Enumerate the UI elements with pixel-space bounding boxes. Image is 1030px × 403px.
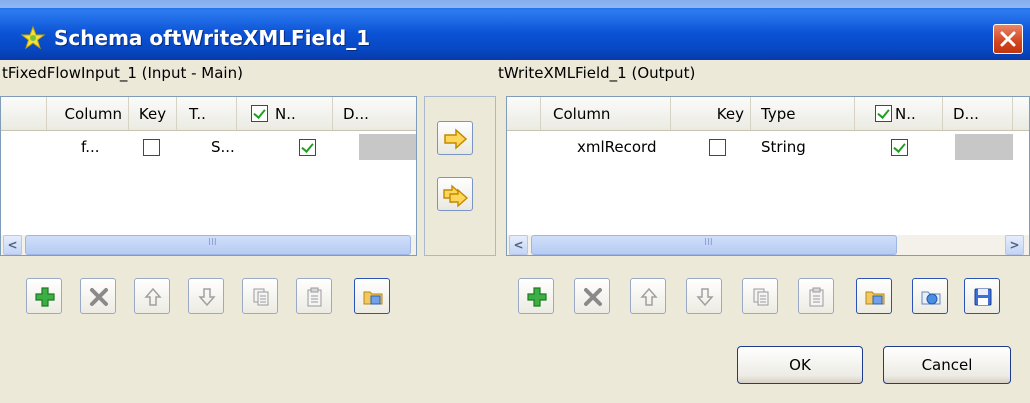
input-header-nullable-label: N.. bbox=[275, 105, 296, 123]
output-header-default[interactable]: D... bbox=[943, 97, 1013, 130]
output-move-down-button[interactable] bbox=[686, 278, 722, 314]
import-folder-icon bbox=[363, 291, 383, 305]
arrow-down-icon bbox=[696, 288, 714, 307]
scroll-left-icon[interactable]: < bbox=[509, 235, 528, 255]
input-delete-button[interactable] bbox=[80, 278, 116, 314]
transfer-panel bbox=[424, 96, 496, 256]
output-row-default-cell[interactable] bbox=[955, 134, 1013, 160]
output-header-nullable-label: N.. bbox=[895, 105, 916, 123]
table-row[interactable]: f... S... bbox=[1, 134, 416, 162]
scroll-grip-icon: III bbox=[208, 237, 217, 248]
scroll-grip-icon: III bbox=[704, 237, 713, 248]
input-table-label: tFixedFlowInput_1 (Input - Main) bbox=[2, 64, 243, 82]
input-header-key[interactable]: Key bbox=[129, 97, 177, 130]
arrow-up-icon bbox=[144, 287, 162, 306]
input-row-key-checkbox[interactable] bbox=[143, 139, 160, 156]
output-row-nullable-checkbox[interactable] bbox=[891, 139, 908, 156]
title-bar-top-strip bbox=[0, 0, 1030, 8]
input-row-column[interactable]: f... bbox=[81, 134, 129, 162]
output-header-key[interactable]: Key bbox=[671, 97, 751, 130]
output-row-type[interactable]: String bbox=[761, 134, 841, 162]
close-icon bbox=[1000, 31, 1016, 47]
output-delete-button[interactable] bbox=[574, 278, 610, 314]
input-header-column[interactable]: Column bbox=[47, 97, 129, 130]
schema-star-icon bbox=[20, 25, 46, 51]
output-header-column[interactable]: Column bbox=[541, 97, 671, 130]
output-scroll-thumb[interactable]: III bbox=[531, 235, 897, 255]
add-plus-icon bbox=[527, 287, 547, 307]
output-header-type[interactable]: Type bbox=[751, 97, 855, 130]
input-row-type[interactable]: S... bbox=[211, 134, 241, 162]
output-nullable-all-checkbox[interactable] bbox=[875, 105, 892, 122]
output-paste-button[interactable] bbox=[798, 278, 834, 314]
input-move-down-button[interactable] bbox=[188, 278, 224, 314]
copy-selected-button[interactable] bbox=[437, 121, 473, 155]
input-add-button[interactable] bbox=[26, 278, 62, 314]
output-header-nullable[interactable]: N.. bbox=[855, 97, 943, 130]
input-row-nullable-checkbox[interactable] bbox=[299, 139, 316, 156]
title-bar[interactable]: Schema oftWriteXMLField_1 bbox=[0, 0, 1030, 60]
output-save-button[interactable] bbox=[964, 278, 1000, 314]
input-header-nullable[interactable]: N.. bbox=[237, 97, 333, 130]
delete-x-icon bbox=[90, 288, 108, 306]
ok-button[interactable]: OK bbox=[737, 346, 863, 384]
copy-icon bbox=[753, 288, 769, 306]
window-title: Schema oftWriteXMLField_1 bbox=[54, 26, 371, 50]
output-row-key-checkbox[interactable] bbox=[709, 139, 726, 156]
input-move-up-button[interactable] bbox=[134, 278, 170, 314]
arrow-up-icon bbox=[640, 287, 658, 306]
output-table-label: tWriteXMLField_1 (Output) bbox=[498, 64, 696, 82]
output-row-column[interactable]: xmlRecord bbox=[577, 134, 673, 162]
close-button[interactable] bbox=[993, 24, 1023, 54]
copy-icon bbox=[253, 288, 269, 306]
output-horizontal-scrollbar[interactable]: < III > bbox=[507, 235, 1029, 255]
arrow-down-icon bbox=[198, 288, 216, 307]
arrow-right-icon bbox=[444, 128, 468, 150]
input-horizontal-scrollbar[interactable]: < III bbox=[1, 235, 416, 255]
output-move-up-button[interactable] bbox=[630, 278, 666, 314]
export-icon bbox=[921, 291, 941, 305]
output-add-button[interactable] bbox=[518, 278, 554, 314]
input-import-button[interactable] bbox=[354, 278, 390, 314]
input-scroll-thumb[interactable]: III bbox=[25, 235, 411, 255]
input-header-default[interactable]: D... bbox=[333, 97, 416, 130]
input-paste-button[interactable] bbox=[296, 278, 332, 314]
input-copy-button[interactable] bbox=[242, 278, 278, 314]
output-import-button[interactable] bbox=[856, 278, 892, 314]
scroll-left-icon[interactable]: < bbox=[3, 235, 22, 255]
input-header-type[interactable]: T.. bbox=[177, 97, 237, 130]
output-table-header: Column Key Type N.. D... bbox=[507, 97, 1029, 131]
save-disk-icon bbox=[974, 288, 992, 306]
input-row-default-cell[interactable] bbox=[359, 134, 416, 160]
double-arrow-right-icon bbox=[443, 184, 469, 208]
input-table-header: Column Key T.. N.. D... bbox=[1, 97, 416, 131]
input-nullable-all-checkbox[interactable] bbox=[251, 105, 268, 122]
add-plus-icon bbox=[35, 287, 55, 307]
scroll-right-icon[interactable]: > bbox=[1005, 235, 1024, 255]
table-row[interactable]: xmlRecord String bbox=[507, 134, 1029, 162]
paste-icon bbox=[809, 287, 824, 307]
cancel-button[interactable]: Cancel bbox=[883, 346, 1011, 384]
paste-icon bbox=[307, 287, 322, 307]
input-schema-table[interactable]: Column Key T.. N.. D... f... S... < III bbox=[0, 96, 417, 256]
copy-all-button[interactable] bbox=[437, 177, 473, 211]
output-copy-button[interactable] bbox=[742, 278, 778, 314]
output-export-button[interactable] bbox=[912, 278, 948, 314]
import-folder-icon bbox=[865, 291, 885, 305]
delete-x-icon bbox=[584, 288, 602, 306]
output-schema-table[interactable]: Column Key Type N.. D... xmlRecord Strin… bbox=[506, 96, 1030, 256]
